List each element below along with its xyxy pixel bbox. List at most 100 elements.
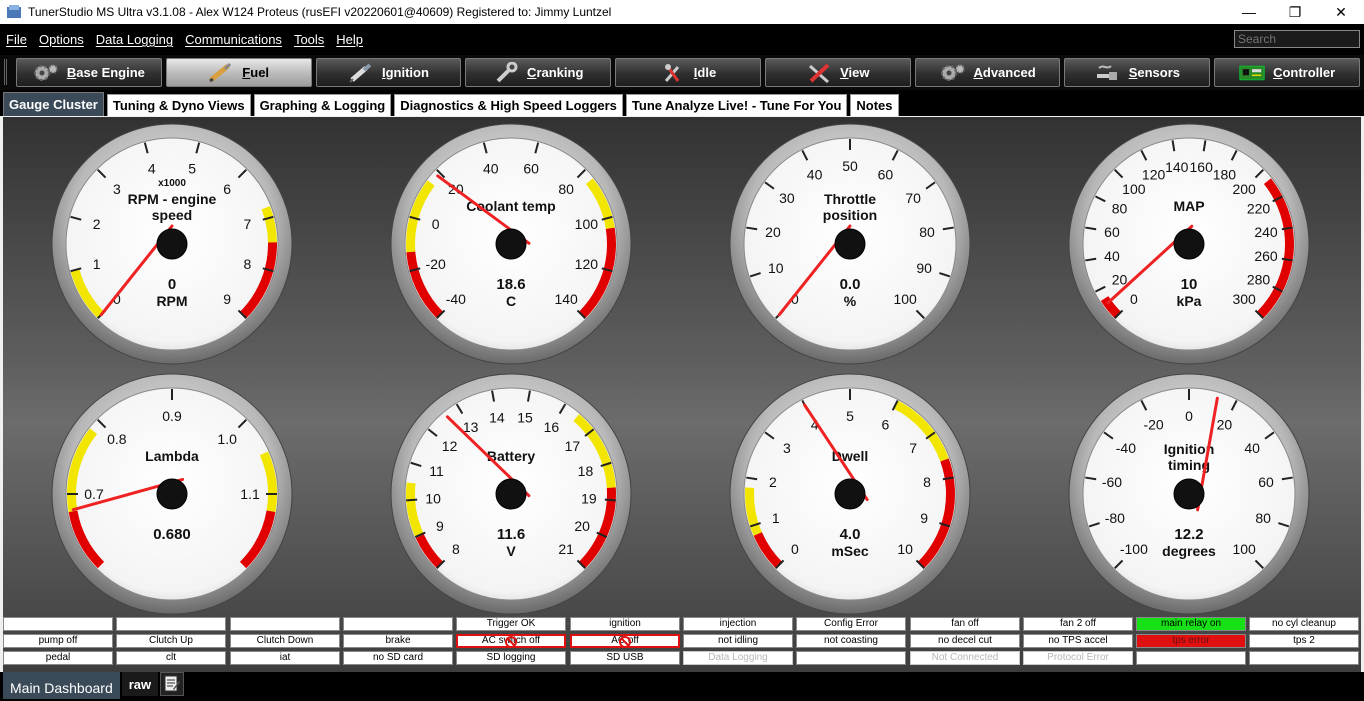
- tab-notes[interactable]: Notes: [850, 94, 899, 116]
- menu-file[interactable]: File: [0, 32, 33, 47]
- indicator-tps-error: tps error: [1136, 634, 1246, 648]
- indicator-label: Not Connected: [931, 652, 999, 663]
- gauge-value: 4.0: [840, 526, 861, 543]
- gauge-tick-label: -40: [446, 291, 466, 307]
- gauge-tick-label: -60: [1102, 474, 1122, 490]
- gauges-canvas: 01234 56789x1000RPM - enginespeed0RPM -40-…: [51, 123, 1310, 615]
- gauge-tick-label: 0: [1185, 408, 1193, 424]
- gauge-tick-label: 120: [1142, 167, 1166, 183]
- toolbar-button-advanced[interactable]: Advanced: [914, 58, 1061, 87]
- indicator-ac-off: AC off: [570, 634, 680, 648]
- toolbar-button-ignition[interactable]: Ignition: [315, 58, 462, 87]
- indicator-sd-logging: SD logging: [456, 651, 566, 665]
- indicator-label: no TPS accel: [1048, 635, 1108, 646]
- gauge-tick-label: 15: [517, 409, 533, 425]
- search-input[interactable]: [1234, 30, 1360, 48]
- indicator-empty: [343, 617, 453, 631]
- minimize-button[interactable]: —: [1226, 0, 1272, 24]
- gauge-tick-label: 100: [575, 216, 599, 232]
- tab-tune-analyze-live-tune-for-you[interactable]: Tune Analyze Live! - Tune For You: [625, 94, 848, 116]
- gauge-tick-label: 0: [1130, 291, 1138, 307]
- tab-main-dashboard[interactable]: Main Dashboard: [3, 672, 120, 699]
- gauge-hub: [495, 478, 527, 510]
- tab-gauge-cluster[interactable]: Gauge Cluster: [3, 92, 104, 116]
- toolbar-button-cranking[interactable]: Cranking: [465, 58, 612, 87]
- indicator-label: no cyl cleanup: [1272, 618, 1336, 629]
- gears-icon: [940, 62, 966, 84]
- indicator-not-coasting: not coasting: [796, 634, 906, 648]
- gauge-tick-label: 20: [574, 518, 590, 534]
- gauge-title: MAP: [1173, 198, 1204, 214]
- menu-help[interactable]: Help: [330, 32, 369, 47]
- gauge-tick: [406, 498, 418, 502]
- gauge-tick-label: -20: [426, 256, 446, 272]
- tab-graphing-logging[interactable]: Graphing & Logging: [253, 94, 392, 116]
- gauge-units: mSec: [831, 543, 869, 559]
- indicator-label: ignition: [609, 618, 641, 629]
- gauge-tick-label: -20: [1143, 417, 1163, 433]
- indicator-label: fan off: [951, 618, 979, 629]
- gauge-units: C: [506, 293, 516, 309]
- indicator-no-sd-card: no SD card: [343, 651, 453, 665]
- gauge-tick-label: 17: [565, 438, 581, 454]
- gauge-tick-label: 1.1: [240, 486, 260, 502]
- gauge-tick-label: 3: [783, 440, 791, 456]
- indicator-not-connected: Not Connected: [910, 651, 1020, 665]
- gauge-tick-label: 140: [1165, 159, 1189, 175]
- tab-bar: Gauge Cluster Tuning & Dyno Views Graphing…: [0, 90, 1364, 116]
- edit-dashboard-icon[interactable]: [160, 672, 185, 696]
- indicator-main-relay-on: main relay on: [1136, 617, 1246, 631]
- gauge-tick-label: 8: [243, 256, 251, 272]
- menu-communications[interactable]: Communications: [179, 32, 288, 47]
- toolbar-button-view[interactable]: View: [764, 58, 911, 87]
- gauge-tick-label: 14: [489, 409, 505, 425]
- gauge-units: V: [506, 543, 516, 559]
- window-title: TunerStudio MS Ultra v3.1.08 - Alex W124…: [28, 5, 612, 19]
- menu-tools[interactable]: Tools: [288, 32, 330, 47]
- toolbar-button-fuel[interactable]: Fuel: [165, 58, 312, 87]
- gauge-tick-label: 9: [920, 510, 928, 526]
- close-button[interactable]: ✕: [1318, 0, 1364, 24]
- indicator-label: iat: [279, 652, 291, 663]
- menu-data-logging[interactable]: Data Logging: [90, 32, 179, 47]
- gauge-3: 020406080100120 140 160 1802002202402602803…: [1068, 123, 1310, 365]
- gauge-units: %: [844, 293, 857, 309]
- indicator-pump-off: pump off: [3, 634, 113, 648]
- maximize-button[interactable]: ❐: [1272, 0, 1318, 24]
- toolbar-button-label: Advanced: [973, 65, 1036, 80]
- gauge-tick-label: 80: [919, 224, 935, 240]
- toolbar-grip[interactable]: [4, 59, 7, 85]
- toolbar-button-base-engine[interactable]: Base Engine: [16, 58, 162, 87]
- tab-tuning-dyno-views[interactable]: Tuning & Dyno Views: [106, 94, 251, 116]
- gauge-tick-label: 20: [765, 224, 781, 240]
- wrench-icon: [493, 61, 519, 84]
- indicator-label: tps 2: [1293, 635, 1315, 646]
- toolbar-button-idle[interactable]: Idle: [615, 58, 761, 87]
- gauge-tick-label: 8: [923, 474, 931, 490]
- gauge-title: speed: [152, 207, 192, 223]
- indicator-clutch-up: Clutch Up: [116, 634, 226, 648]
- gauge-tick-label: 11: [429, 463, 444, 479]
- tab-diagnostics-high-speed-loggers[interactable]: Diagnostics & High Speed Loggers: [394, 94, 623, 116]
- gauge-tick-label: 1.0: [217, 431, 237, 447]
- gauge-scale-label: x1000: [158, 178, 186, 189]
- indicator-label: Clutch Up: [149, 635, 193, 646]
- gauge-hub: [495, 228, 527, 260]
- gauge-tick-label: 0.9: [162, 408, 182, 424]
- prohibited-icon: [619, 636, 631, 646]
- toolbar-button-sensors[interactable]: Sensors: [1064, 58, 1211, 87]
- toolbar-button-label: Controller: [1273, 65, 1336, 80]
- gauge-tick-label: 10: [425, 491, 441, 507]
- toolbar-button-label: View: [840, 65, 870, 80]
- app-icon: [7, 5, 21, 18]
- toolbar-button-controller[interactable]: Controller: [1214, 58, 1361, 87]
- menu-options[interactable]: Options: [33, 32, 90, 47]
- tab-raw[interactable]: raw: [121, 672, 159, 696]
- indicator-label: injection: [719, 618, 757, 629]
- indicator-empty: [116, 617, 226, 631]
- indicator-empty: [1249, 651, 1359, 665]
- gauge-hub: [834, 228, 866, 260]
- gauge-tick-label: 60: [1258, 474, 1274, 490]
- gauge-tick-label: 300: [1232, 291, 1256, 307]
- gauge-tick-label: 7: [909, 440, 917, 456]
